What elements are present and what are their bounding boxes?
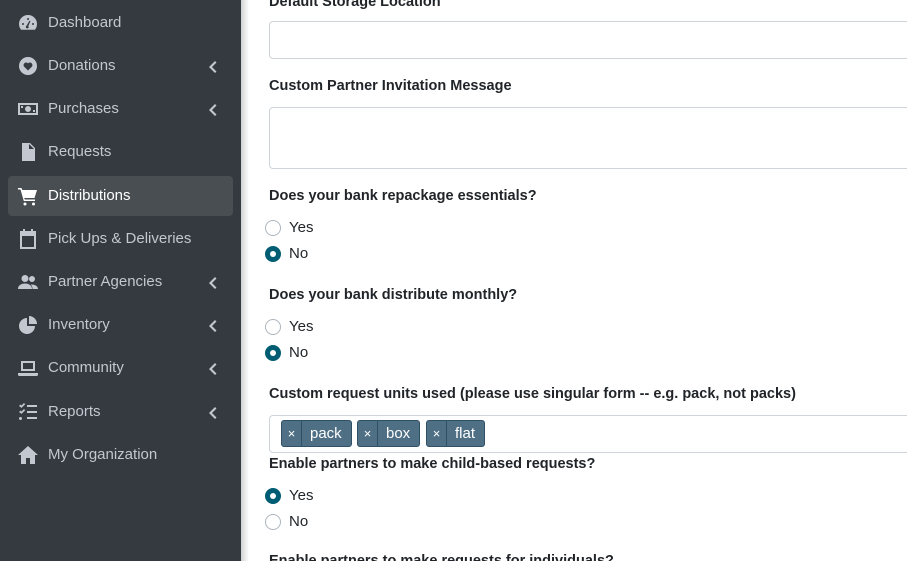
shopping-cart-icon [17, 186, 38, 206]
sidebar-item-distributions[interactable]: Distributions [8, 176, 233, 216]
repackage-no-radio[interactable] [265, 245, 281, 262]
sidebar-item-label: Dashboard [48, 14, 122, 31]
repackage-yes-radio[interactable] [265, 219, 281, 236]
child-requests-yes-radio[interactable] [265, 487, 281, 504]
distribute-monthly-no-radio[interactable] [265, 344, 281, 361]
chevron-left-icon [208, 406, 217, 419]
individual-requests-question-label: Enable partners to make requests for ind… [269, 553, 614, 561]
tag-label: box [386, 425, 411, 442]
sidebar-item-label: Purchases [48, 100, 119, 117]
sidebar-item-partner-agencies[interactable]: Partner Agencies [8, 262, 233, 302]
request-units-label: Custom request units used (please use si… [269, 386, 796, 402]
chevron-left-icon [208, 60, 217, 73]
repackage-question-label: Does your bank repackage essentials? [269, 188, 537, 204]
distribute-monthly-yes-option[interactable]: Yes [265, 318, 313, 335]
money-bill-icon [17, 99, 38, 119]
tag-box: × box [357, 420, 421, 447]
file-icon [17, 142, 38, 162]
sidebar-item-community[interactable]: Community [8, 348, 233, 388]
tag-flat: × flat [426, 420, 486, 447]
home-icon [17, 445, 38, 465]
default-storage-label: Default Storage Location [269, 0, 441, 10]
chevron-left-icon [208, 276, 217, 289]
tag-label: flat [455, 425, 476, 442]
remove-tag-button[interactable]: × [358, 421, 378, 446]
child-requests-question-label: Enable partners to make child-based requ… [269, 456, 596, 472]
radio-label: No [289, 513, 309, 530]
tag-pack: × pack [281, 420, 352, 447]
remove-tag-button[interactable]: × [282, 421, 302, 446]
sidebar-item-donations[interactable]: Donations [8, 46, 233, 86]
distribute-monthly-question-label: Does your bank distribute monthly? [269, 287, 518, 303]
chevron-left-icon [208, 319, 217, 332]
sidebar-item-label: Donations [48, 57, 116, 74]
sidebar-shadow [241, 0, 249, 561]
sidebar-item-label: My Organization [48, 446, 158, 463]
distribute-monthly-no-option[interactable]: No [265, 344, 308, 361]
sidebar-item-inventory[interactable]: Inventory [8, 305, 233, 345]
sidebar-item-label: Reports [48, 403, 101, 420]
sidebar: Dashboard Donations Purchases Requests D… [0, 0, 241, 561]
sidebar-item-my-organization[interactable]: My Organization [8, 435, 233, 475]
remove-tag-button[interactable]: × [427, 421, 447, 446]
sidebar-item-dashboard[interactable]: Dashboard [8, 3, 233, 43]
tasks-list-icon [17, 402, 38, 422]
child-requests-yes-option[interactable]: Yes [265, 487, 313, 504]
sidebar-item-reports[interactable]: Reports [8, 392, 233, 432]
chevron-left-icon [208, 103, 217, 116]
sidebar-item-label: Inventory [48, 316, 110, 333]
calendar-icon [17, 229, 38, 249]
child-requests-no-radio[interactable] [265, 513, 281, 530]
sidebar-item-label: Community [48, 359, 124, 376]
users-icon [17, 272, 38, 292]
tag-label: pack [310, 425, 342, 442]
invitation-message-label: Custom Partner Invitation Message [269, 78, 512, 94]
distribute-monthly-yes-radio[interactable] [265, 318, 281, 335]
radio-label: Yes [289, 219, 314, 236]
radio-label: Yes [289, 318, 314, 335]
chevron-left-icon [208, 362, 217, 375]
radio-label: Yes [289, 487, 314, 504]
sidebar-item-purchases[interactable]: Purchases [8, 89, 233, 129]
sidebar-item-label: Pick Ups & Deliveries [48, 230, 192, 247]
radio-label: No [289, 344, 309, 361]
default-storage-input[interactable] [269, 21, 907, 59]
repackage-no-option[interactable]: No [265, 245, 308, 262]
sidebar-item-requests[interactable]: Requests [8, 132, 233, 172]
invitation-message-textarea[interactable] [269, 107, 907, 169]
pie-chart-icon [17, 315, 38, 335]
heart-icon [17, 56, 38, 76]
repackage-yes-option[interactable]: Yes [265, 219, 313, 236]
sidebar-item-label: Requests [48, 143, 112, 160]
child-requests-no-option[interactable]: No [265, 513, 308, 530]
dashboard-icon [17, 13, 38, 33]
radio-label: No [289, 245, 309, 262]
sidebar-item-label: Partner Agencies [48, 273, 163, 290]
laptop-icon [17, 358, 38, 378]
sidebar-item-pick-ups-deliveries[interactable]: Pick Ups & Deliveries [8, 219, 233, 259]
sidebar-item-label: Distributions [48, 187, 131, 204]
